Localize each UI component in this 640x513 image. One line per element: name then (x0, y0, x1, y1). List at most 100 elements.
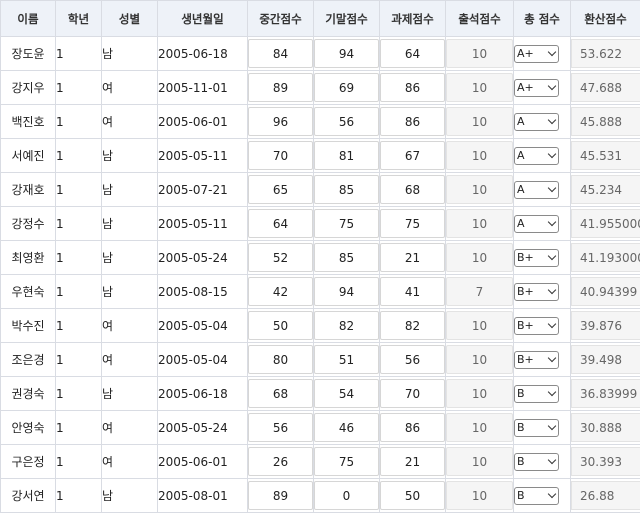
assignment-score-input[interactable]: 86 (380, 73, 445, 102)
header-birthdate: 생년월일 (158, 1, 248, 37)
final-score-input[interactable]: 75 (314, 209, 379, 238)
header-grade: 학년 (56, 1, 102, 37)
converted-cell: 26.88 (571, 479, 640, 513)
assignment-cell: 70 (380, 377, 446, 411)
converted-score-field: 45.888 (571, 107, 640, 136)
total-grade-select[interactable]: A+ (514, 79, 559, 97)
midterm-score-input[interactable]: 65 (248, 175, 313, 204)
assignment-score-input[interactable]: 41 (380, 277, 445, 306)
total-grade-select[interactable]: A (514, 181, 559, 199)
chevron-down-icon (548, 490, 556, 498)
midterm-score-input[interactable]: 68 (248, 379, 313, 408)
assignment-score-input[interactable]: 68 (380, 175, 445, 204)
assignment-score-input[interactable]: 67 (380, 141, 445, 170)
final-score-input[interactable]: 51 (314, 345, 379, 374)
total-grade-value: A+ (517, 81, 534, 94)
chevron-down-icon (548, 82, 556, 90)
midterm-cell: 89 (248, 71, 314, 105)
assignment-score-input[interactable]: 50 (380, 481, 445, 510)
chevron-down-icon (548, 422, 556, 430)
total-grade-value: A (517, 217, 525, 230)
student-birthdate: 2005-06-18 (158, 377, 248, 411)
total-grade-select[interactable]: A (514, 147, 559, 165)
final-score-input[interactable]: 82 (314, 311, 379, 340)
attendance-cell: 10 (446, 479, 514, 513)
student-birthdate: 2005-08-15 (158, 275, 248, 309)
final-score-input[interactable]: 85 (314, 243, 379, 272)
converted-score-field: 45.531 (571, 141, 640, 170)
midterm-cell: 26 (248, 445, 314, 479)
final-score-input[interactable]: 94 (314, 39, 379, 68)
student-name: 구은정 (1, 445, 56, 479)
converted-cell: 41.955000 (571, 207, 640, 241)
midterm-score-input[interactable]: 96 (248, 107, 313, 136)
total-grade-select[interactable]: B+ (514, 351, 559, 369)
assignment-score-input[interactable]: 70 (380, 379, 445, 408)
final-score-input[interactable]: 0 (314, 481, 379, 510)
converted-score-field: 41.955000 (571, 209, 640, 238)
student-name: 장도윤 (1, 37, 56, 71)
midterm-score-input[interactable]: 84 (248, 39, 313, 68)
total-grade-select[interactable]: B+ (514, 249, 559, 267)
total-grade-select[interactable]: B (514, 419, 559, 437)
total-grade-select[interactable]: B (514, 453, 559, 471)
final-cell: 82 (314, 309, 380, 343)
converted-score-field: 53.622 (571, 39, 640, 68)
midterm-score-input[interactable]: 26 (248, 447, 313, 476)
midterm-score-input[interactable]: 42 (248, 277, 313, 306)
assignment-score-input[interactable]: 86 (380, 413, 445, 442)
attendance-score-field: 10 (446, 379, 513, 408)
midterm-score-input[interactable]: 52 (248, 243, 313, 272)
attendance-cell: 10 (446, 377, 514, 411)
converted-cell: 39.876 (571, 309, 640, 343)
total-grade-value: B+ (517, 285, 534, 298)
chevron-down-icon (548, 388, 556, 396)
total-grade-select[interactable]: B (514, 487, 559, 505)
final-score-input[interactable]: 69 (314, 73, 379, 102)
total-grade-select[interactable]: A (514, 113, 559, 131)
table-row: 백진호1여2005-06-0196568610A45.888 (1, 105, 640, 139)
assignment-cell: 21 (380, 445, 446, 479)
attendance-score-field: 10 (446, 175, 513, 204)
assignment-score-input[interactable]: 56 (380, 345, 445, 374)
assignment-score-input[interactable]: 21 (380, 447, 445, 476)
final-cell: 75 (314, 207, 380, 241)
total-grade-select[interactable]: A+ (514, 45, 559, 63)
total-grade-select[interactable]: B+ (514, 317, 559, 335)
final-score-input[interactable]: 81 (314, 141, 379, 170)
midterm-score-input[interactable]: 56 (248, 413, 313, 442)
assignment-score-input[interactable]: 21 (380, 243, 445, 272)
student-birthdate: 2005-05-24 (158, 411, 248, 445)
student-grade: 1 (56, 479, 102, 513)
attendance-cell: 10 (446, 37, 514, 71)
midterm-score-input[interactable]: 89 (248, 73, 313, 102)
midterm-score-input[interactable]: 64 (248, 209, 313, 238)
total-grade-select[interactable]: B+ (514, 283, 559, 301)
student-grade: 1 (56, 411, 102, 445)
final-score-input[interactable]: 56 (314, 107, 379, 136)
student-name: 강지우 (1, 71, 56, 105)
final-score-input[interactable]: 46 (314, 413, 379, 442)
total-grade-select[interactable]: B (514, 385, 559, 403)
attendance-cell: 10 (446, 139, 514, 173)
assignment-cell: 21 (380, 241, 446, 275)
student-birthdate: 2005-05-11 (158, 207, 248, 241)
final-score-input[interactable]: 85 (314, 175, 379, 204)
assignment-score-input[interactable]: 86 (380, 107, 445, 136)
total-grade-select[interactable]: A (514, 215, 559, 233)
total-grade-value: B (517, 421, 525, 434)
student-birthdate: 2005-05-04 (158, 309, 248, 343)
midterm-score-input[interactable]: 80 (248, 345, 313, 374)
final-score-input[interactable]: 94 (314, 277, 379, 306)
student-birthdate: 2005-06-01 (158, 445, 248, 479)
converted-cell: 39.498 (571, 343, 640, 377)
attendance-score-field: 10 (446, 481, 513, 510)
midterm-score-input[interactable]: 70 (248, 141, 313, 170)
final-score-input[interactable]: 75 (314, 447, 379, 476)
assignment-score-input[interactable]: 75 (380, 209, 445, 238)
assignment-score-input[interactable]: 64 (380, 39, 445, 68)
midterm-score-input[interactable]: 89 (248, 481, 313, 510)
midterm-score-input[interactable]: 50 (248, 311, 313, 340)
final-score-input[interactable]: 54 (314, 379, 379, 408)
assignment-score-input[interactable]: 82 (380, 311, 445, 340)
